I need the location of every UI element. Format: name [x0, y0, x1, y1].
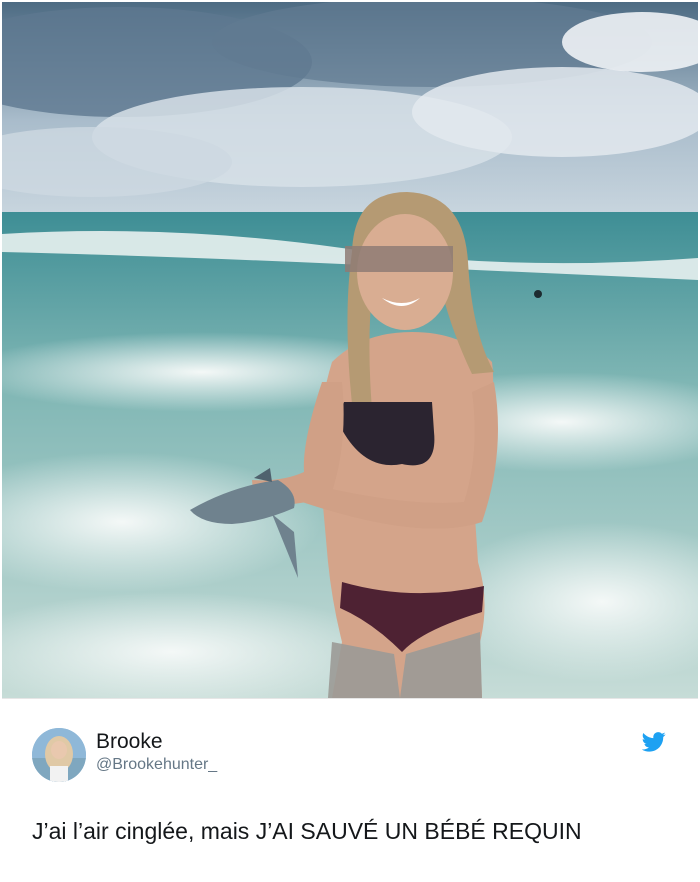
beach-photo	[2, 2, 698, 698]
tweet-author[interactable]: Brooke @Brookehunter_	[32, 728, 668, 784]
tweet-photo[interactable]	[2, 2, 698, 699]
avatar[interactable]	[32, 728, 86, 782]
tweet-card: Brooke @Brookehunter_ J’ai l’air cinglée…	[0, 0, 700, 882]
tweet-text: J’ai l’air cinglée, mais J’AI SAUVÉ UN B…	[32, 818, 582, 844]
avatar-image	[32, 728, 86, 782]
display-name[interactable]: Brooke	[96, 730, 163, 754]
user-handle[interactable]: @Brookehunter_	[96, 756, 217, 774]
twitter-bird-icon[interactable]	[642, 732, 666, 752]
